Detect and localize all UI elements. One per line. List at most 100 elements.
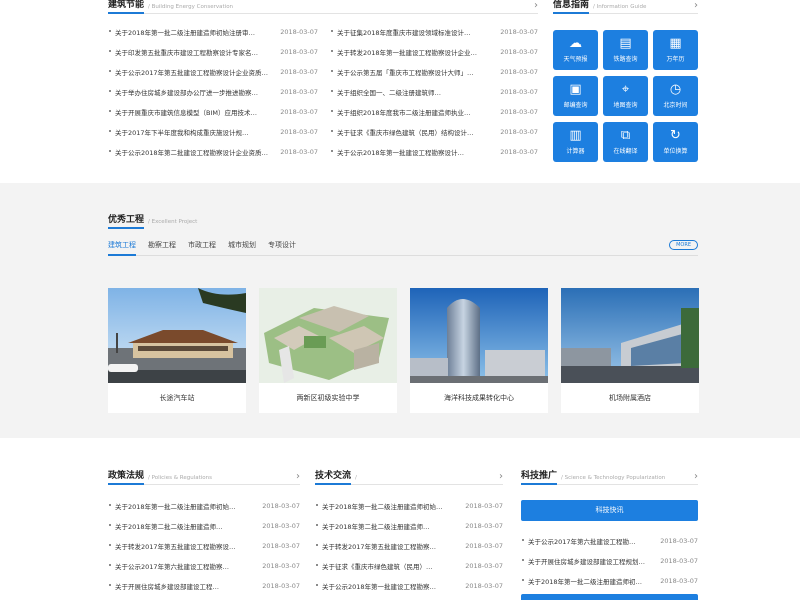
project-card[interactable]: 两新区初级实验中学 bbox=[259, 288, 397, 413]
building-energy-more-arrow-icon[interactable]: › bbox=[534, 1, 538, 11]
info-tile[interactable]: ▣ 邮编查询 bbox=[553, 76, 598, 116]
info-guide-grid: ☁ 天气预报 ▤ 铁路查询 ▦ 万年历 ▣ 邮编查询 ⌖ 地图查询 ◷ 北京时间 ▥ 计算器 ⧉ 在线翻译 ↻ 单… bbox=[553, 30, 698, 162]
news-item[interactable]: 关于2018年第二批二级注册建造师… 2018-03-07 bbox=[315, 516, 503, 536]
project-card[interactable]: 长途汽车站 bbox=[108, 288, 246, 413]
news-item[interactable]: 关于公示2018年第一批建设工程勘察… 2018-03-07 bbox=[315, 576, 503, 596]
news-item-title[interactable]: 关于转发2017年第五批建设工程勘察设… bbox=[108, 541, 236, 551]
news-item-date: 2018-03-07 bbox=[660, 536, 698, 545]
news-item[interactable]: 关于2017年下半年度我和构成重庆施设计规… 2018-03-07 bbox=[108, 122, 318, 142]
news-item[interactable]: 关于公示2017年第六批建设工程勘察… 2018-03-07 bbox=[108, 556, 300, 576]
news-item-date: 2018-03-07 bbox=[465, 501, 503, 510]
info-tile[interactable]: ☁ 天气预报 bbox=[553, 30, 598, 70]
tech-title: 技术交流 bbox=[315, 468, 352, 485]
news-item[interactable]: 关于转发2018年第一批建设工程勘察设计企业… 2018-03-07 bbox=[330, 42, 538, 62]
news-item[interactable]: 关于印发第五批重庆市建设工程勘察设计专家名… 2018-03-07 bbox=[108, 42, 318, 62]
info-tile-icon: ▦ bbox=[669, 36, 682, 51]
building-energy-header: 建筑节能 / Building Energy Conservation › bbox=[108, 0, 538, 14]
news-item[interactable]: 关于2018年第一批二级注册建造师初始… 2018-03-07 bbox=[315, 496, 503, 516]
info-tile[interactable]: ⧉ 在线翻译 bbox=[603, 122, 648, 162]
news-item-title[interactable]: 关于公示2017年第六批建设工程勘… bbox=[521, 536, 636, 546]
news-item-title[interactable]: 关于2018年第二批二级注册建造师… bbox=[108, 521, 223, 531]
news-item-title[interactable]: 关于公示2018年第一批建设工程勘察… bbox=[315, 581, 436, 591]
news-item-title[interactable]: 关于征求《重庆市绿色建筑（民用）结构设计… bbox=[330, 127, 474, 137]
policy-more-arrow-icon[interactable]: › bbox=[296, 472, 300, 482]
info-tile[interactable]: ▥ 计算器 bbox=[553, 122, 598, 162]
news-item[interactable]: 关于2018年第二批二级注册建造师… 2018-03-07 bbox=[108, 516, 300, 536]
news-item[interactable]: 关于公示2017年第六批建设工程勘… 2018-03-07 bbox=[521, 531, 698, 551]
info-tile[interactable]: ⌖ 地图查询 bbox=[603, 76, 648, 116]
news-item-title[interactable]: 关于2017年下半年度我和构成重庆施设计规… bbox=[108, 127, 249, 137]
news-item-title[interactable]: 关于公示2018年第一批建设工程勘察设计… bbox=[330, 147, 464, 157]
tech-more-arrow-icon[interactable]: › bbox=[499, 472, 503, 482]
news-item-title[interactable]: 关于2018年第一批二级注册建造师初… bbox=[521, 576, 642, 586]
news-item-title[interactable]: 关于2018年第一批二级注册建造师初始… bbox=[315, 501, 443, 511]
info-tile-icon: ⌖ bbox=[621, 82, 630, 97]
news-item-title[interactable]: 关于公示2018年第二批建设工程勘察设计企业资质… bbox=[108, 147, 268, 157]
news-item-title[interactable]: 关于公示2017年第五批建设工程勘察设计企业资质… bbox=[108, 67, 268, 77]
news-item-title[interactable]: 关于公示2017年第六批建设工程勘察… bbox=[108, 561, 229, 571]
science-title: 科技推广 bbox=[521, 468, 558, 485]
news-item-title[interactable]: 关于转发2018年第一批建设工程勘察设计企业… bbox=[330, 47, 477, 57]
news-item[interactable]: 关于开展重庆市建筑信息模型（BIM）应用技术… 2018-03-07 bbox=[108, 102, 318, 122]
news-item[interactable]: 关于2018年第一批二级注册建造师初… 2018-03-07 bbox=[521, 571, 698, 591]
news-item-date: 2018-03-07 bbox=[262, 501, 300, 510]
news-item-date: 2018-03-07 bbox=[500, 47, 538, 56]
news-item[interactable]: 关于组织2018年度我市二级注册建造师执业… 2018-03-07 bbox=[330, 102, 538, 122]
news-item-title[interactable]: 关于举办住房城乡建设部办公厅进一步推进勘察… bbox=[108, 87, 258, 97]
news-item-title[interactable]: 关于公示第五届「重庆市工程勘察设计大师」… bbox=[330, 67, 474, 77]
news-item-title[interactable]: 关于组织全国一、二级注册建筑师… bbox=[330, 87, 441, 97]
news-item[interactable]: 关于公示2017年第五批建设工程勘察设计企业资质… 2018-03-07 bbox=[108, 62, 318, 82]
news-item-title[interactable]: 关于组织2018年度我市二级注册建造师执业… bbox=[330, 107, 471, 117]
project-tab[interactable]: 市政工程 bbox=[188, 240, 216, 255]
news-item[interactable]: 关于公示第五届「重庆市工程勘察设计大师」… 2018-03-07 bbox=[330, 62, 538, 82]
news-item-date: 2018-03-07 bbox=[280, 107, 318, 116]
info-guide-more-arrow-icon[interactable]: › bbox=[694, 1, 698, 11]
info-tile-icon: ▥ bbox=[569, 128, 582, 143]
project-tab[interactable]: 城市规划 bbox=[228, 240, 256, 255]
news-item[interactable]: 关于征集2018年度重庆市建设领域标准设计… 2018-03-07 bbox=[330, 22, 538, 42]
science-more-arrow-icon[interactable]: › bbox=[694, 472, 698, 482]
project-card[interactable]: 机场附属酒店 bbox=[561, 288, 699, 413]
news-item-title[interactable]: 关于开展重庆市建筑信息模型（BIM）应用技术… bbox=[108, 107, 257, 117]
project-tab[interactable]: 勘察工程 bbox=[148, 240, 176, 255]
news-item-title[interactable]: 关于2018年第一批二级注册建造师初始… bbox=[108, 501, 236, 511]
news-item-title[interactable]: 关于征集2018年度重庆市建设领域标准设计… bbox=[330, 27, 471, 37]
news-item-title[interactable]: 关于转发2017年第五批建设工程勘察… bbox=[315, 541, 436, 551]
news-item-title[interactable]: 关于2018年第一批二级注册建造师初始注册审… bbox=[108, 27, 255, 37]
science-bottom-bar[interactable] bbox=[521, 594, 698, 600]
news-item[interactable]: 关于征求《重庆市绿色建筑（民用）… 2018-03-07 bbox=[315, 556, 503, 576]
news-item[interactable]: 关于征求《重庆市绿色建筑（民用）结构设计… 2018-03-07 bbox=[330, 122, 538, 142]
tech-header: 技术交流 / › bbox=[315, 468, 503, 485]
news-item-date: 2018-03-07 bbox=[500, 87, 538, 96]
news-item[interactable]: 关于公示2018年第二批建设工程勘察设计企业资质… 2018-03-07 bbox=[108, 142, 318, 162]
project-tab[interactable]: 建筑工程 bbox=[108, 240, 136, 256]
news-item-title[interactable]: 关于开展住房城乡建设部建设工程… bbox=[108, 581, 219, 591]
news-item[interactable]: 关于举办住房城乡建设部办公厅进一步推进勘察… 2018-03-07 bbox=[108, 82, 318, 102]
news-item-title[interactable]: 关于征求《重庆市绿色建筑（民用）… bbox=[315, 561, 433, 571]
building-news-right-list: 关于征集2018年度重庆市建设领域标准设计… 2018-03-07 关于转发2018… bbox=[330, 22, 538, 162]
news-item-date: 2018-03-07 bbox=[660, 576, 698, 585]
project-card[interactable]: 海洋科技成果转化中心 bbox=[410, 288, 548, 413]
science-news-button[interactable]: 科技快讯 bbox=[521, 500, 698, 521]
bottom-section: 政策法规 / Policies & Regulations › 关于2018年第… bbox=[0, 438, 800, 600]
news-item[interactable]: 关于转发2017年第五批建设工程勘察设… 2018-03-07 bbox=[108, 536, 300, 556]
news-item[interactable]: 关于开展住房城乡建设部建设工程… 2018-03-07 bbox=[108, 576, 300, 596]
info-tile[interactable]: ▦ 万年历 bbox=[653, 30, 698, 70]
more-button[interactable]: MORE bbox=[669, 240, 698, 250]
news-item[interactable]: 关于组织全国一、二级注册建筑师… 2018-03-07 bbox=[330, 82, 538, 102]
news-item-title[interactable]: 关于开展住房城乡建设部建设工程规划… bbox=[521, 556, 645, 566]
news-item-title[interactable]: 关于印发第五批重庆市建设工程勘察设计专家名… bbox=[108, 47, 258, 57]
news-item[interactable]: 关于公示2018年第一批建设工程勘察设计… 2018-03-07 bbox=[330, 142, 538, 162]
info-tile[interactable]: ◷ 北京时间 bbox=[653, 76, 698, 116]
news-item[interactable]: 关于转发2017年第五批建设工程勘察… 2018-03-07 bbox=[315, 536, 503, 556]
news-item-date: 2018-03-07 bbox=[500, 147, 538, 156]
news-item[interactable]: 关于开展住房城乡建设部建设工程规划… 2018-03-07 bbox=[521, 551, 698, 571]
news-item-date: 2018-03-07 bbox=[500, 67, 538, 76]
news-item[interactable]: 关于2018年第一批二级注册建造师初始… 2018-03-07 bbox=[108, 496, 300, 516]
info-tile[interactable]: ▤ 铁路查询 bbox=[603, 30, 648, 70]
tech-news-list: 关于2018年第一批二级注册建造师初始… 2018-03-07 关于2018年第二批… bbox=[315, 496, 503, 596]
project-tab[interactable]: 专项设计 bbox=[268, 240, 296, 255]
news-item-title[interactable]: 关于2018年第二批二级注册建造师… bbox=[315, 521, 430, 531]
news-item[interactable]: 关于2018年第一批二级注册建造师初始注册审… 2018-03-07 bbox=[108, 22, 318, 42]
info-tile[interactable]: ↻ 单位换算 bbox=[653, 122, 698, 162]
